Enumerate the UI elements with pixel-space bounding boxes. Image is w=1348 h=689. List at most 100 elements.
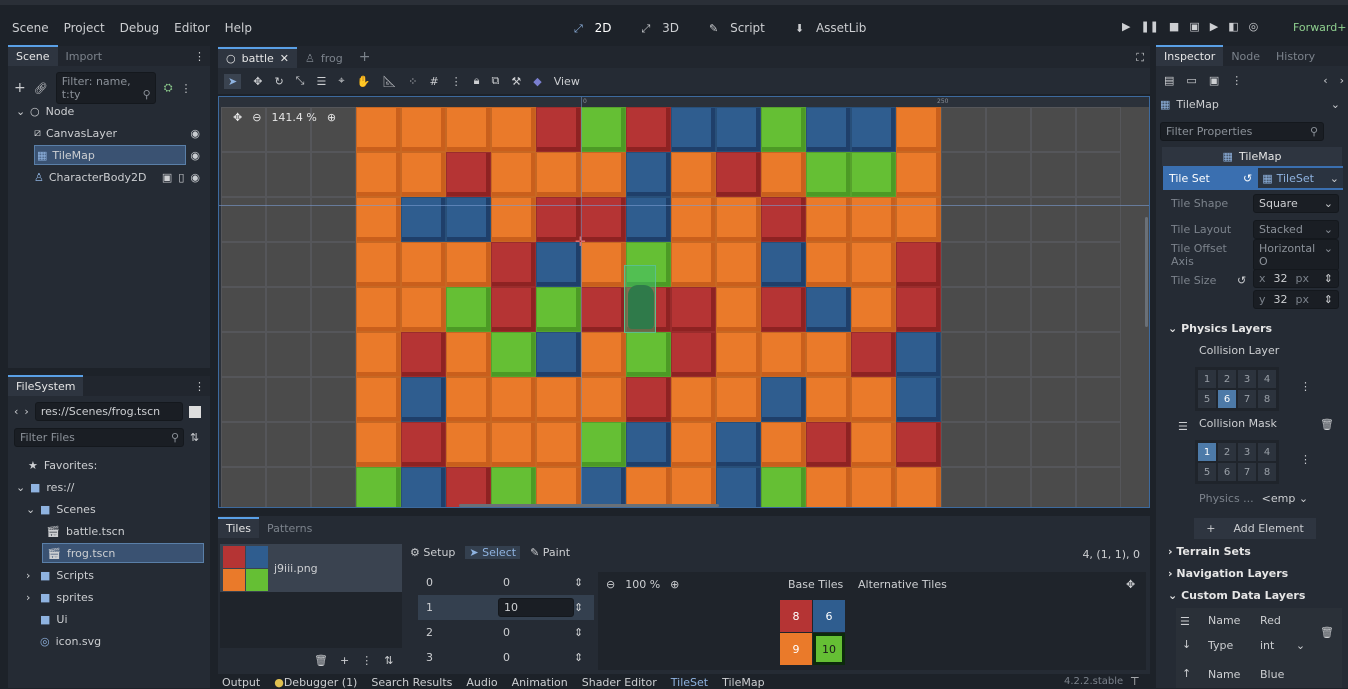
stepper-icon[interactable]: ⇕ xyxy=(574,651,583,664)
pan-icon[interactable]: ✋ xyxy=(357,75,371,88)
snap-options-icon[interactable]: ⋮ xyxy=(451,75,462,88)
play-icon[interactable]: ▶ xyxy=(1122,20,1130,33)
renderer-label[interactable]: Forward+ xyxy=(1293,21,1346,34)
tree-node-root[interactable]: ⌄ ○ Node xyxy=(12,100,206,122)
camera-icon[interactable]: ◆ xyxy=(533,75,541,88)
group-icon[interactable]: ⧉ xyxy=(492,74,500,88)
center-view-icon[interactable]: ✥ xyxy=(1126,578,1135,591)
tab-scene[interactable]: Scene xyxy=(8,45,58,66)
tab-tileset[interactable]: TileSet xyxy=(671,676,708,689)
property-value-2[interactable]: 0 xyxy=(498,624,574,641)
menu-help[interactable]: Help xyxy=(225,21,252,35)
layer-bit[interactable]: 7 xyxy=(1238,463,1256,481)
section-custom-data-layers[interactable]: ⌄ Custom Data Layers xyxy=(1168,589,1305,602)
attach-script-icon[interactable]: ⛭ xyxy=(164,81,173,95)
tree-node-canvaslayer[interactable]: ⧄ CanvasLayer ◉ xyxy=(12,122,206,144)
movie-icon[interactable]: ◎ xyxy=(1249,20,1259,33)
view-menu[interactable]: View xyxy=(554,75,580,88)
layer-bit[interactable]: 1 xyxy=(1198,370,1216,388)
tab-node[interactable]: Node xyxy=(1223,47,1268,66)
remote-icon[interactable]: ▣ xyxy=(1189,20,1199,33)
tab-animation[interactable]: Animation xyxy=(512,676,568,689)
zoom-out-icon[interactable]: ⊖ xyxy=(252,111,261,124)
revert-icon[interactable]: ↺ xyxy=(1243,172,1252,185)
tab-import[interactable]: Import xyxy=(58,47,111,66)
tree-item-frog-tscn[interactable]: 🎬︎ frog.tscn xyxy=(12,542,206,564)
layer-bit[interactable]: 8 xyxy=(1258,463,1276,481)
move-down-icon[interactable]: ↓ xyxy=(1182,638,1191,651)
h-scrollbar[interactable] xyxy=(459,504,719,507)
files-filter-input[interactable]: Filter Files ⚲ xyxy=(14,428,184,447)
lock-icon[interactable]: 🔒︎ xyxy=(474,74,480,88)
pause-icon[interactable]: ❚❚ xyxy=(1140,20,1158,33)
property-value-3[interactable]: 0 xyxy=(498,649,574,666)
forward-icon[interactable]: › xyxy=(1340,74,1344,87)
property-filter-input[interactable]: Filter Properties ⚲ xyxy=(1160,122,1324,141)
new-tab-icon[interactable]: + xyxy=(351,49,379,68)
add-node-icon[interactable]: + xyxy=(14,80,26,96)
visibility-icon[interactable]: ◉ xyxy=(190,149,200,162)
smart-snap-icon[interactable]: ⁘ xyxy=(408,75,417,88)
tab-script[interactable]: ✎ Script xyxy=(701,17,773,40)
atlas-tile[interactable]: 6 xyxy=(813,600,845,632)
panel-toggle-icon[interactable]: ⊤ xyxy=(1130,675,1140,688)
tab-alternative-tiles[interactable]: Alternative Tiles xyxy=(858,578,947,591)
layer-bit[interactable]: 1 xyxy=(1198,443,1216,461)
v-scrollbar[interactable] xyxy=(1145,217,1148,327)
revert-icon[interactable]: ↺ xyxy=(1237,269,1253,287)
scene-menu-icon[interactable]: ⋮ xyxy=(181,82,192,95)
layer-bit[interactable]: 5 xyxy=(1198,390,1216,408)
frog-sprite[interactable] xyxy=(628,285,654,329)
tree-item-scripts[interactable]: › ■ Scripts xyxy=(12,564,206,586)
tree-item-res[interactable]: ⌄ ■ res:// xyxy=(12,476,206,498)
canvas-viewport[interactable]: 0 250 ✛ ✥ ⊖ 141.4 % ⊕ xyxy=(218,96,1150,508)
custom-layer-name[interactable]: Red xyxy=(1260,614,1281,627)
tab-frog[interactable]: ♙ frog xyxy=(297,49,351,68)
tree-item-scenes[interactable]: ⌄ ■ Scenes xyxy=(12,498,206,520)
delete-icon[interactable]: 🗑︎ xyxy=(314,654,328,667)
tab-assetlib[interactable]: ⬇ AssetLib xyxy=(787,17,874,40)
tileset-resource-picker[interactable]: ▦ TileSet ⌄ xyxy=(1258,168,1343,188)
physics-material-picker[interactable]: <emp ⌄ xyxy=(1262,492,1308,505)
open-icon[interactable]: ▭ xyxy=(1186,74,1196,87)
mode-paint[interactable]: ✎ Paint xyxy=(530,546,570,559)
tile-size-x[interactable]: x 32 px ⇕ xyxy=(1253,269,1339,288)
close-icon[interactable]: ✕ xyxy=(280,52,289,65)
tab-search-results[interactable]: Search Results xyxy=(371,676,452,689)
tab-3d[interactable]: ⤢ 3D xyxy=(634,17,688,40)
more-icon[interactable]: ⋮ xyxy=(1300,380,1311,393)
tree-item-battle-tscn[interactable]: 🎬︎ battle.tscn xyxy=(12,520,206,542)
more-icon[interactable]: ⋮ xyxy=(1231,74,1242,87)
grid-snap-icon[interactable]: # xyxy=(429,75,438,88)
section-physics-layers[interactable]: ⌄ Physics Layers xyxy=(1168,322,1272,335)
tree-node-characterbody2d[interactable]: ♙ CharacterBody2D ▣ ▯ ◉ xyxy=(12,166,206,188)
more-icon[interactable]: ⋮ xyxy=(361,654,372,667)
back-icon[interactable]: ‹ xyxy=(14,405,18,418)
layer-bit[interactable]: 4 xyxy=(1258,370,1276,388)
layer-bit[interactable]: 5 xyxy=(1198,463,1216,481)
atlas-tile[interactable]: 9 xyxy=(780,633,812,665)
new-resource-icon[interactable]: ▤ xyxy=(1164,74,1174,87)
object-selector[interactable]: ▦ TileMap ⌄ xyxy=(1160,98,1340,111)
stepper-icon[interactable]: ⇕ xyxy=(574,626,583,639)
sort-icon[interactable]: ⇅ xyxy=(384,654,393,667)
dock-menu-icon[interactable]: ⋮ xyxy=(189,50,210,66)
stop-icon[interactable]: ■ xyxy=(1169,20,1179,33)
layer-bit[interactable]: 2 xyxy=(1218,443,1236,461)
layer-bit[interactable]: 3 xyxy=(1238,370,1256,388)
tree-item-icon-svg[interactable]: ◎ icon.svg xyxy=(12,630,206,652)
menu-debug[interactable]: Debug xyxy=(120,21,159,35)
instance-icon[interactable]: ▣ xyxy=(162,171,172,184)
reorder-icon[interactable]: ☰ xyxy=(1178,420,1188,433)
atlas-zoom[interactable]: 100 % xyxy=(625,578,660,591)
tab-battle[interactable]: ○ battle ✕ xyxy=(218,47,298,68)
play-scene-icon[interactable]: ▶ xyxy=(1210,20,1218,33)
property-value-1[interactable]: 10 xyxy=(498,598,574,617)
custom-layer-type[interactable]: int ⌄ xyxy=(1260,639,1305,652)
add-element-button[interactable]: + Add Element xyxy=(1194,518,1316,539)
move-mode-icon[interactable]: ✥ xyxy=(253,75,262,88)
split-mode-icon[interactable] xyxy=(188,405,201,418)
tile-size-y[interactable]: y 32 px ⇕ xyxy=(1253,290,1339,309)
tab-tilemap[interactable]: TileMap xyxy=(722,676,764,689)
visibility-icon[interactable]: ◉ xyxy=(190,127,200,140)
